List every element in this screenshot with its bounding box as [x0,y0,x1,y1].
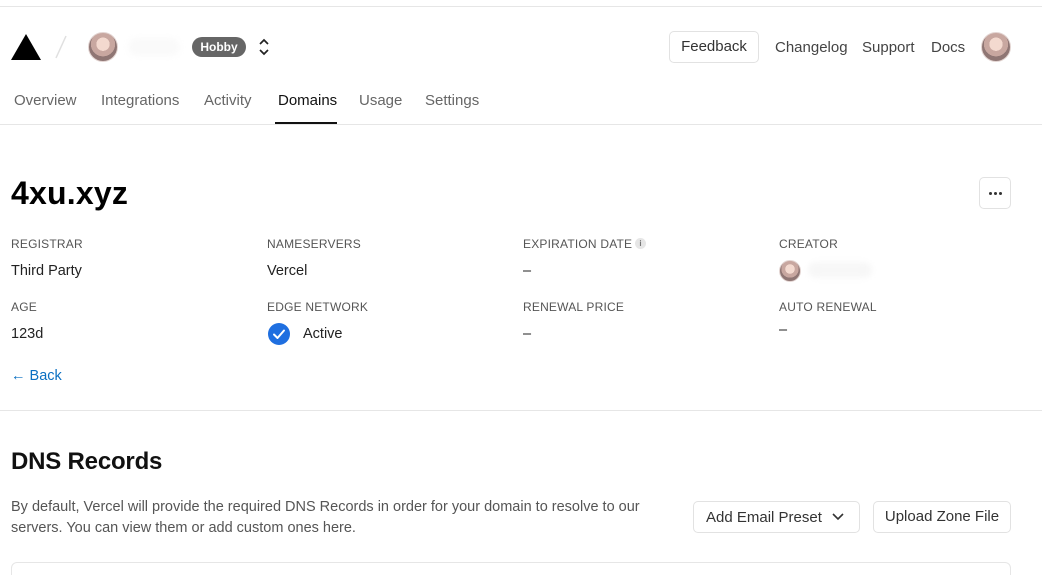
upload-zone-file-button[interactable]: Upload Zone File [873,501,1011,533]
renewal-price-value: – [523,326,532,342]
top-border [0,6,1042,7]
auto-renewal-value: – [779,322,788,338]
support-link[interactable]: Support [862,39,915,57]
chevron-up-down-icon[interactable] [256,36,272,58]
add-email-preset-label: Add Email Preset [706,509,822,526]
changelog-link[interactable]: Changelog [775,39,848,57]
chevron-down-icon [832,513,844,521]
team-name-redacted [128,38,180,56]
creator-label: CREATOR [779,237,838,251]
section-divider [0,410,1042,411]
expiration-date-label: EXPIRATION DATE [523,237,633,251]
nameservers-value: Vercel [267,263,308,279]
auto-renewal-label: AUTO RENEWAL [779,300,877,314]
back-link[interactable]: ← Back [11,367,62,385]
ellipsis-icon [999,192,1002,195]
tab-activity[interactable]: Activity [204,92,252,110]
plan-badge: Hobby [192,37,246,57]
vercel-logo-icon[interactable] [11,34,41,60]
ellipsis-icon [989,192,992,195]
edge-network-value: Active [303,326,343,342]
tabs-divider [0,124,1042,125]
user-avatar[interactable] [981,32,1011,62]
age-value: 123d [11,326,44,342]
creator-avatar [779,260,801,282]
more-options-button[interactable] [979,177,1011,209]
renewal-price-label: RENEWAL PRICE [523,300,625,314]
tab-domains[interactable]: Domains [278,92,337,110]
tab-usage[interactable]: Usage [359,92,402,110]
add-email-preset-button[interactable]: Add Email Preset [693,501,860,533]
registrar-value: Third Party [11,263,82,279]
nameservers-label: NAMESERVERS [267,237,362,251]
registrar-label: REGISTRAR [11,237,83,251]
check-circle-icon [268,323,290,345]
tab-settings[interactable]: Settings [425,92,479,110]
info-icon[interactable]: i [635,238,646,249]
feedback-button[interactable]: Feedback [669,31,759,63]
breadcrumb-separator-icon [55,35,67,59]
expiration-date-value: – [523,263,532,279]
tab-integrations[interactable]: Integrations [101,92,179,110]
tab-overview[interactable]: Overview [14,92,77,110]
creator-name-redacted [808,262,872,278]
edge-network-label: EDGE NETWORK [267,300,369,314]
domain-title: 4xu.xyz [11,175,129,211]
age-label: AGE [11,300,37,314]
team-avatar[interactable] [88,32,118,62]
dns-records-heading: DNS Records [11,448,163,475]
ellipsis-icon [994,192,997,195]
docs-link[interactable]: Docs [931,39,965,57]
dns-records-table [11,562,1011,575]
dns-records-description: By default, Vercel will provide the requ… [11,499,640,536]
